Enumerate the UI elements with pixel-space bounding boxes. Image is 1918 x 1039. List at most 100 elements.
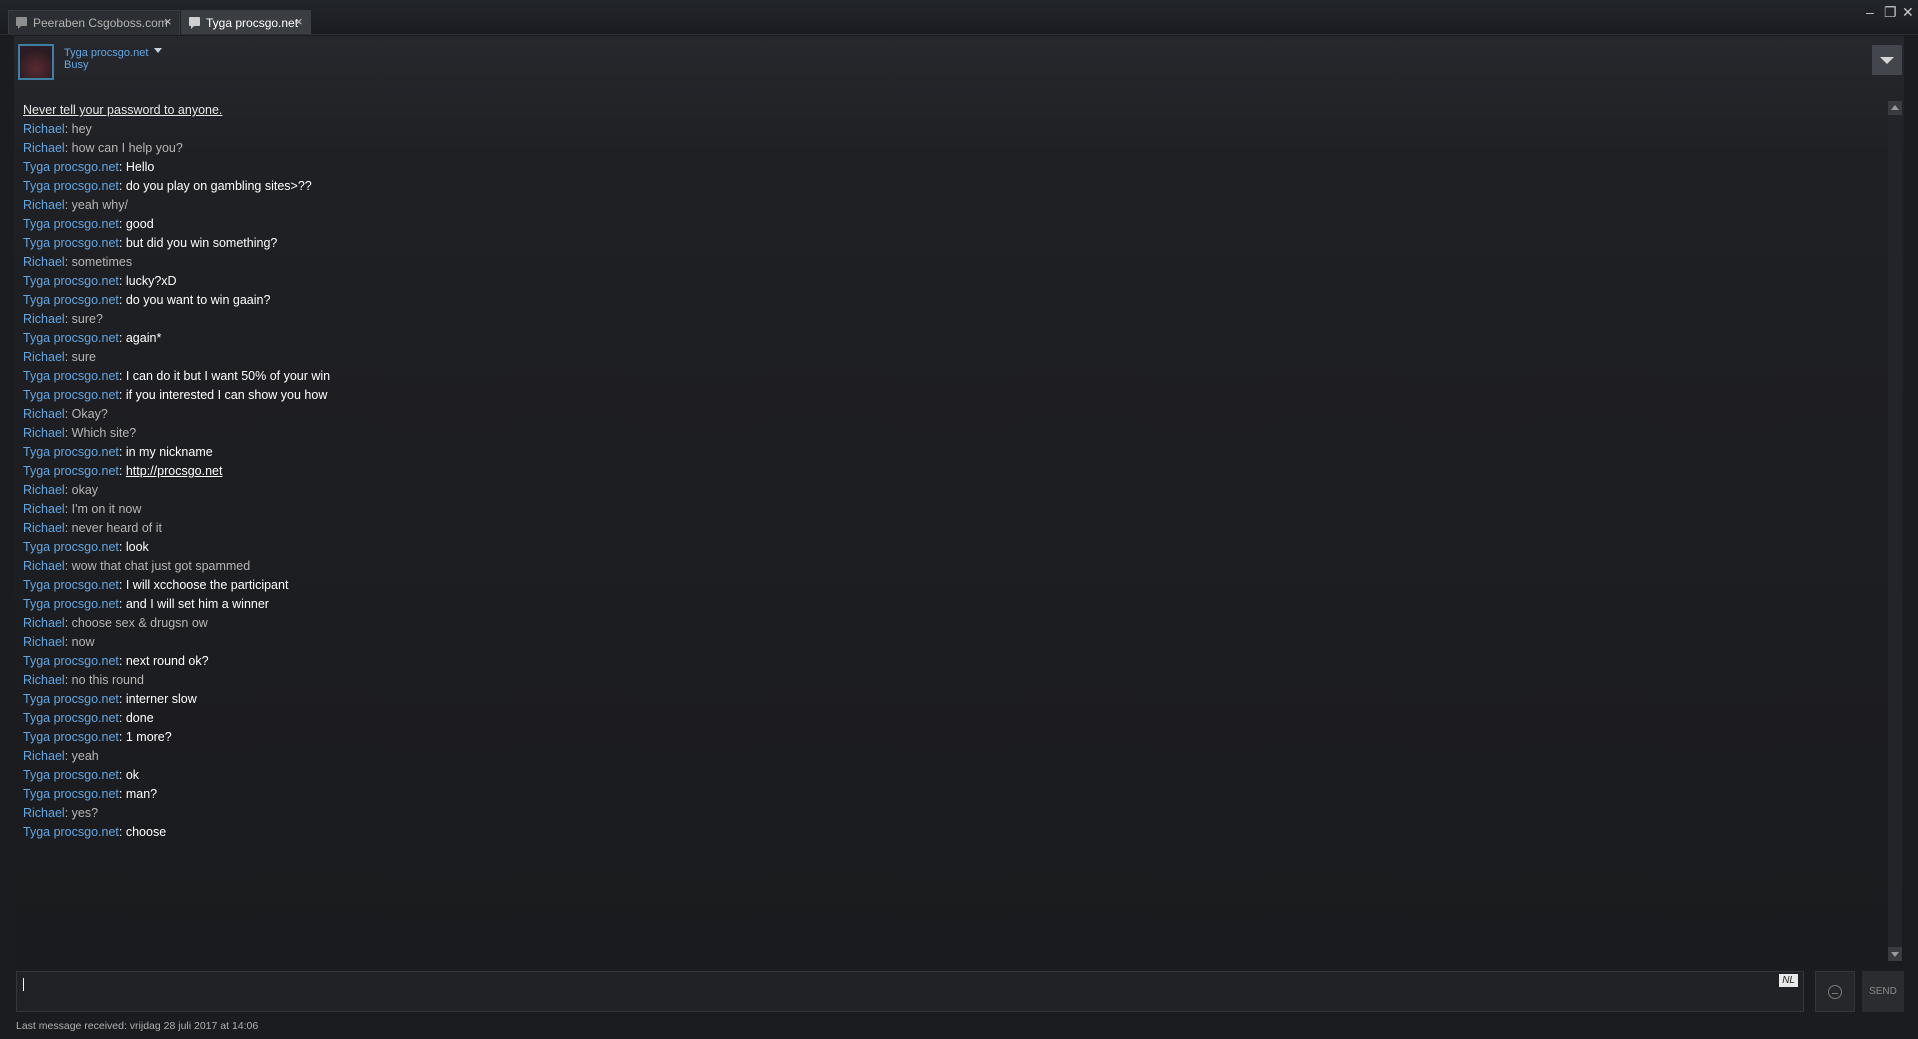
message-sender[interactable]: Richael xyxy=(23,502,65,516)
chat-message: Richael: I'm on it now xyxy=(23,502,142,516)
emoticon-button[interactable] xyxy=(1815,971,1855,1012)
message-sender[interactable]: Tyga procsgo.net xyxy=(23,236,119,250)
chat-message: Tyga procsgo.net: again* xyxy=(23,331,162,345)
chat-message: Tyga procsgo.net: and I will set him a w… xyxy=(23,597,269,611)
message-sender[interactable]: Tyga procsgo.net xyxy=(23,274,119,288)
message-sender[interactable]: Richael xyxy=(23,673,65,687)
tab-close-icon[interactable]: × xyxy=(295,14,303,29)
message-sender[interactable]: Tyga procsgo.net xyxy=(23,768,119,782)
message-link[interactable]: http://procsgo.net xyxy=(126,464,223,478)
message-sender[interactable]: Tyga procsgo.net xyxy=(23,445,119,459)
chevron-down-icon[interactable] xyxy=(154,48,162,53)
scroll-up-icon[interactable] xyxy=(1888,101,1902,115)
message-sender[interactable]: Tyga procsgo.net xyxy=(23,597,119,611)
message-sender[interactable]: Richael xyxy=(23,407,65,421)
message-sender[interactable]: Tyga procsgo.net xyxy=(23,179,119,193)
message-sender[interactable]: Richael xyxy=(23,198,65,212)
message-text: interner slow xyxy=(125,692,197,706)
message-text: 1 more? xyxy=(125,730,172,744)
message-sender[interactable]: Richael xyxy=(23,616,65,630)
friend-status: Busy xyxy=(64,59,89,71)
chat-message: Richael: Which site? xyxy=(23,426,137,440)
language-badge: NL xyxy=(1779,974,1798,987)
message-sender[interactable]: Tyga procsgo.net xyxy=(23,787,119,801)
text-cursor xyxy=(23,978,24,991)
message-text: yes? xyxy=(71,806,99,820)
message-sender[interactable]: Richael xyxy=(23,749,65,763)
friend-name[interactable]: Tyga procsgo.net xyxy=(64,47,148,59)
message-text: next round ok? xyxy=(125,654,209,668)
message-text: and I will set him a winner xyxy=(125,597,269,611)
close-window-icon[interactable]: ✕ xyxy=(1902,4,1914,21)
message-sender[interactable]: Tyga procsgo.net xyxy=(23,160,119,174)
message-sender[interactable]: Tyga procsgo.net xyxy=(23,578,119,592)
message-sender[interactable]: Richael xyxy=(23,122,65,136)
message-sender[interactable]: Richael xyxy=(23,635,65,649)
message-text: yeah why/ xyxy=(71,198,128,212)
chat-message: Tyga procsgo.net: Hello xyxy=(23,160,155,174)
message-text: Okay? xyxy=(71,407,108,421)
title-bar: Peeraben Csgoboss.com × Tyga procsgo.net… xyxy=(0,0,1918,35)
message-sender[interactable]: Tyga procsgo.net xyxy=(23,711,119,725)
message-sender[interactable]: Richael xyxy=(23,350,65,364)
tab-peeraben[interactable]: Peeraben Csgoboss.com × xyxy=(8,10,180,34)
message-sender[interactable]: Richael xyxy=(23,141,65,155)
tab-close-icon[interactable]: × xyxy=(164,14,172,29)
message-sender[interactable]: Tyga procsgo.net xyxy=(23,331,119,345)
message-sender[interactable]: Tyga procsgo.net xyxy=(23,293,119,307)
chat-message: Tyga procsgo.net: next round ok? xyxy=(23,654,209,668)
chat-message: Tyga procsgo.net: man? xyxy=(23,787,158,801)
chat-message: Tyga procsgo.net: in my nickname xyxy=(23,445,213,459)
message-text: good xyxy=(125,217,154,231)
chat-message: Richael: yeah why/ xyxy=(23,198,128,212)
message-sender[interactable]: Tyga procsgo.net xyxy=(23,825,119,839)
message-text: how can I help you? xyxy=(71,141,183,155)
restore-icon[interactable]: ❐ xyxy=(1884,4,1897,21)
message-sender[interactable]: Richael xyxy=(23,559,65,573)
message-sender[interactable]: Richael xyxy=(23,255,65,269)
message-sender[interactable]: Tyga procsgo.net xyxy=(23,654,119,668)
chat-message: Tyga procsgo.net: http://procsgo.net xyxy=(23,464,223,478)
message-sender[interactable]: Tyga procsgo.net xyxy=(23,369,119,383)
message-text: sure? xyxy=(71,312,103,326)
message-text: but did you win something? xyxy=(125,236,278,250)
message-text: look xyxy=(125,540,149,554)
chat-message: Richael: Okay? xyxy=(23,407,108,421)
message-sender[interactable]: Tyga procsgo.net xyxy=(23,730,119,744)
message-sender[interactable]: Tyga procsgo.net xyxy=(23,388,119,402)
message-sender[interactable]: Tyga procsgo.net xyxy=(23,464,119,478)
message-sender[interactable]: Richael xyxy=(23,426,65,440)
send-button[interactable]: SEND xyxy=(1862,971,1904,1012)
message-sender[interactable]: Richael xyxy=(23,312,65,326)
message-sender[interactable]: Richael xyxy=(23,483,65,497)
message-text: I will xcchoose the participant xyxy=(125,578,289,592)
message-text: lucky?xD xyxy=(125,274,177,288)
minimize-icon[interactable]: ‒ xyxy=(1866,4,1874,20)
message-sender[interactable]: Richael xyxy=(23,521,65,535)
message-input[interactable]: NL xyxy=(16,971,1804,1012)
message-text: ok xyxy=(125,768,140,782)
password-warning[interactable]: Never tell your password to anyone. xyxy=(23,101,1873,120)
scroll-down-icon[interactable] xyxy=(1888,947,1902,961)
chat-bubble-icon xyxy=(16,17,27,29)
chat-message: Tyga procsgo.net: good xyxy=(23,217,154,231)
chat-message: Richael: yeah xyxy=(23,749,99,763)
message-sender[interactable]: Tyga procsgo.net xyxy=(23,540,119,554)
chat-menu-button[interactable] xyxy=(1872,45,1902,75)
message-text: if you interested I can show you how xyxy=(125,388,328,402)
chat-message: Tyga procsgo.net: look xyxy=(23,540,149,554)
message-text: no this round xyxy=(71,673,144,687)
chat-message: Tyga procsgo.net: do you play on gamblin… xyxy=(23,179,312,193)
chat-message: Richael: how can I help you? xyxy=(23,141,183,155)
chat-message: Tyga procsgo.net: ok xyxy=(23,768,140,782)
avatar[interactable] xyxy=(18,44,54,80)
tab-tyga[interactable]: Tyga procsgo.net × xyxy=(181,10,311,34)
message-sender[interactable]: Richael xyxy=(23,806,65,820)
message-sender[interactable]: Tyga procsgo.net xyxy=(23,692,119,706)
message-text: again* xyxy=(125,331,162,345)
message-sender[interactable]: Tyga procsgo.net xyxy=(23,217,119,231)
message-text: do you play on gambling sites>?? xyxy=(125,179,312,193)
chat-bubble-icon xyxy=(189,17,200,29)
scrollbar[interactable] xyxy=(1888,101,1902,961)
chat-message: Richael: wow that chat just got spammed xyxy=(23,559,251,573)
